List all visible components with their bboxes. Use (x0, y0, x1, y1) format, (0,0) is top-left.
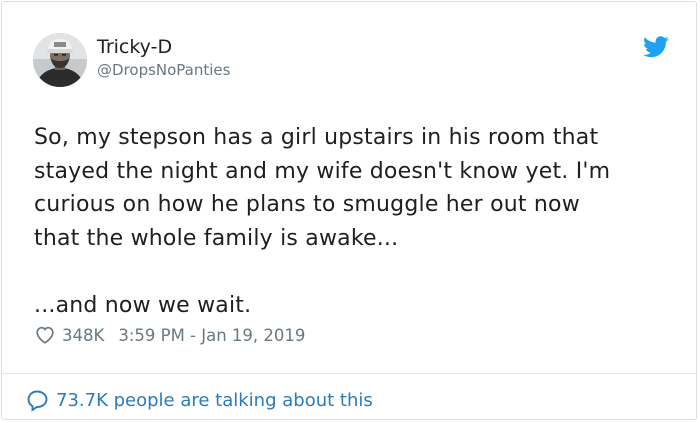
twitter-bird-icon[interactable] (643, 36, 669, 58)
profile-avatar-icon (33, 33, 87, 87)
tweet-closing-line: ...and now we wait. (34, 292, 252, 318)
tweet-line: curious on how he plans to smuggle her o… (34, 192, 580, 217)
tweet-text: So, my stepson has a girl upstairs in hi… (34, 121, 674, 322)
tweet-meta: 348K 3:59 PM - Jan 19, 2019 (34, 323, 305, 347)
user-handle[interactable]: @DropsNoPanties (97, 60, 230, 80)
tweet-card: Tricky-D @DropsNoPanties So, my stepson … (1, 1, 697, 420)
heart-icon[interactable] (34, 324, 56, 346)
timestamp[interactable]: 3:59 PM - Jan 19, 2019 (118, 326, 305, 345)
tweet-line: stayed the night and my wife doesn't kno… (34, 158, 611, 184)
avatar[interactable] (33, 33, 87, 87)
talking-about-link[interactable]: 73.7K people are talking about this (26, 387, 373, 413)
display-name[interactable]: Tricky-D (97, 35, 172, 59)
divider (2, 373, 696, 374)
speech-bubble-icon (26, 388, 50, 412)
like-count[interactable]: 348K (62, 326, 104, 345)
tweet-line: that the whole family is awake... (34, 225, 399, 251)
tweet-line: So, my stepson has a girl upstairs in hi… (34, 125, 599, 150)
talking-text: 73.7K people are talking about this (56, 389, 373, 411)
